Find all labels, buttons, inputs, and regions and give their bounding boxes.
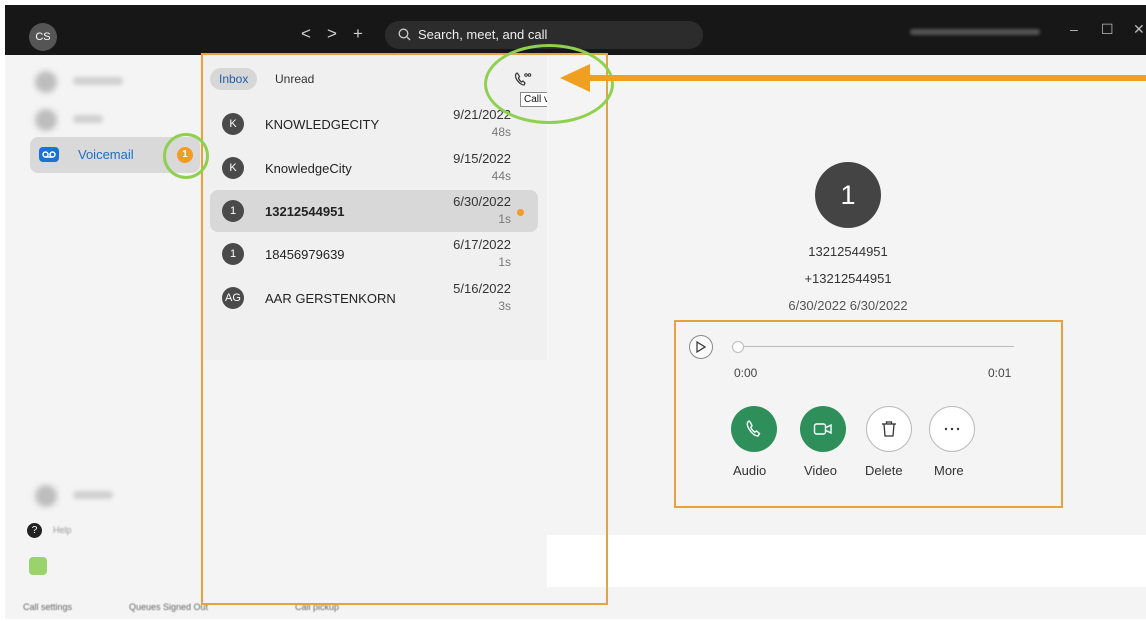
annotation-box-list — [201, 53, 608, 605]
footer-bar: Call settings Queues Signed Out — [5, 591, 208, 619]
contact-number: +13212544951 — [804, 271, 892, 286]
minimize-button[interactable]: – — [1070, 21, 1078, 37]
contact-avatar-large: 1 — [815, 162, 881, 228]
help-label: Help — [53, 525, 72, 535]
forward-button[interactable]: > — [327, 24, 337, 44]
search-icon — [398, 28, 411, 41]
connect-device-button[interactable] — [910, 25, 1040, 39]
connect-label-blurred — [910, 29, 1040, 35]
annotation-circle-badge — [163, 133, 209, 179]
app-logo[interactable] — [29, 557, 47, 575]
search-placeholder: Search, meet, and call — [418, 27, 548, 42]
contact-name: 13212544951 — [808, 244, 888, 259]
close-button[interactable]: ✕ — [1133, 21, 1145, 38]
call-settings-link[interactable]: Call settings — [23, 602, 72, 612]
back-button[interactable]: < — [301, 24, 311, 44]
message-area — [547, 535, 1146, 587]
help-icon: ? — [27, 523, 42, 538]
user-avatar[interactable]: CS — [29, 23, 57, 51]
queues-link[interactable]: Queues Signed Out — [129, 602, 208, 612]
new-button[interactable]: + — [353, 24, 363, 44]
voicemail-datetime: 6/30/2022 6/30/2022 — [788, 298, 908, 313]
maximize-button[interactable]: ☐ — [1101, 21, 1114, 38]
sidebar-item-label: Voicemail — [78, 147, 134, 162]
annotation-arrow — [560, 64, 1146, 92]
voicemail-icon — [39, 147, 59, 162]
annotation-box-player — [674, 320, 1063, 508]
